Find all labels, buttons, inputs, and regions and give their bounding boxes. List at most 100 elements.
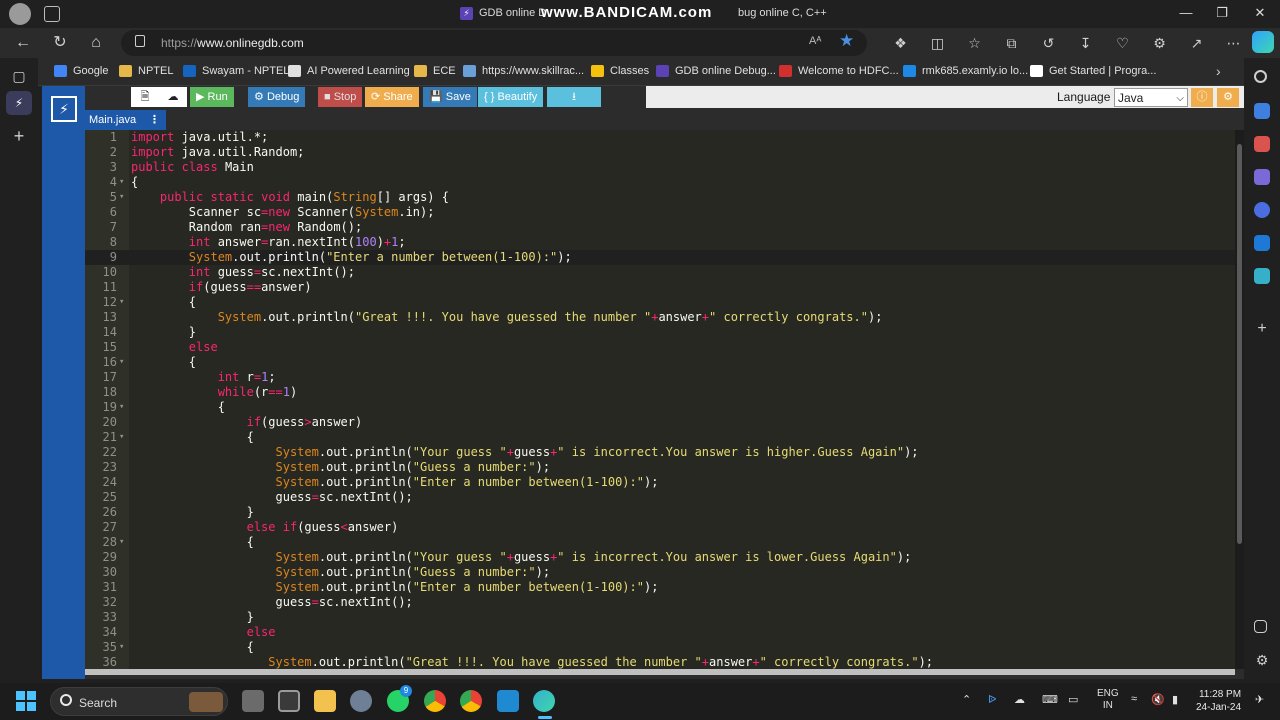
profile-avatar[interactable]	[9, 3, 31, 25]
split-screen-icon[interactable]: ◫	[919, 32, 956, 54]
hide-sidebar-icon[interactable]	[1254, 620, 1267, 633]
code-line[interactable]: 6 Scanner sc=new Scanner(System.in);	[85, 205, 1235, 220]
settings-app-icon[interactable]	[350, 690, 372, 712]
shopping-tag-icon[interactable]	[1254, 103, 1270, 119]
tab-main-java[interactable]: Main.java ⋮	[85, 110, 166, 130]
beautify-button[interactable]: { } Beautify	[478, 87, 544, 107]
whatsapp-icon[interactable]: 9	[387, 685, 412, 712]
save-button[interactable]: 💾 Save	[423, 87, 477, 107]
stop-button[interactable]: ■ Stop	[318, 87, 363, 107]
home-icon[interactable]: ⌂	[85, 32, 107, 54]
bookmark-item[interactable]: ECE	[414, 65, 456, 77]
favorites-icon[interactable]: ☆	[956, 32, 993, 54]
extensions-icon[interactable]: ❖	[882, 32, 919, 54]
new-tab-icon[interactable]: +	[9, 126, 29, 146]
code-line[interactable]: 8 int answer=ran.nextInt(100)+1;	[85, 235, 1235, 250]
tab-panel-icon[interactable]: ▢	[9, 66, 29, 86]
read-aloud-icon[interactable]: Aᴬ	[809, 35, 821, 47]
code-line[interactable]: 16 ▾ {	[85, 355, 1235, 370]
download-button[interactable]: ⭳	[547, 87, 601, 107]
fold-toggle-icon[interactable]: ▾	[119, 190, 124, 205]
onedrive-cloud-icon[interactable]: ☁	[1014, 693, 1025, 706]
code-line[interactable]: 28 ▾ {	[85, 535, 1235, 550]
outlook-icon[interactable]	[1254, 235, 1270, 251]
collections-icon[interactable]: ⧉	[993, 32, 1030, 54]
code-line[interactable]: 36 System.out.println("Great !!!. You ha…	[85, 655, 1235, 669]
fold-toggle-icon[interactable]: ▾	[119, 640, 124, 655]
gdb-logo-icon[interactable]: ⚡	[51, 96, 77, 122]
search-icon[interactable]	[1254, 70, 1267, 83]
fold-toggle-icon[interactable]: ▾	[119, 355, 124, 370]
taskbar-search[interactable]: Search	[50, 687, 228, 716]
fold-toggle-icon[interactable]: ▾	[119, 295, 124, 310]
code-line[interactable]: 26 }	[85, 505, 1235, 520]
more-bookmarks-icon[interactable]: ›	[1216, 63, 1221, 79]
code-line[interactable]: 15 else	[85, 340, 1235, 355]
code-line[interactable]: 11 if(guess==answer)	[85, 280, 1235, 295]
copilot-sidebar-icon[interactable]	[1254, 202, 1270, 218]
code-line[interactable]: 34 else	[85, 625, 1235, 640]
games-icon[interactable]	[1254, 169, 1270, 185]
fold-toggle-icon[interactable]: ▾	[119, 535, 124, 550]
history-icon[interactable]: ↺	[1030, 32, 1067, 54]
code-line[interactable]: 2 import java.util.Random;	[85, 145, 1235, 160]
battery-icon[interactable]: ▮	[1172, 693, 1178, 706]
more-options-icon[interactable]: ⋯	[1215, 32, 1252, 54]
address-bar[interactable]: https://www.onlinegdb.com Aᴬ ★	[121, 30, 867, 56]
bookmark-item[interactable]: https://www.skillrac...	[463, 65, 584, 77]
editor-horizontal-scrollbar[interactable]	[85, 669, 1235, 675]
code-line[interactable]: 25 guess=sc.nextInt();	[85, 490, 1235, 505]
back-arrow-icon[interactable]: ←	[12, 32, 34, 54]
sidebar-settings-icon[interactable]: ⚙	[1254, 652, 1270, 668]
code-line[interactable]: 21 ▾ {	[85, 430, 1235, 445]
fold-toggle-icon[interactable]: ▾	[119, 400, 124, 415]
language-select[interactable]: Java ⌵	[1114, 88, 1188, 107]
debug-button[interactable]: ⚙ Debug	[248, 87, 306, 107]
bookmark-item[interactable]: Google	[54, 65, 108, 77]
code-line[interactable]: 7 Random ran=new Random();	[85, 220, 1235, 235]
code-line[interactable]: 23 System.out.println("Guess a number:")…	[85, 460, 1235, 475]
bookmark-item[interactable]: AI Powered Learning	[288, 65, 410, 77]
share-icon[interactable]: ↗	[1178, 32, 1215, 54]
bookmark-item[interactable]: Welcome to HDFC...	[779, 65, 899, 77]
chrome-profile-icon[interactable]	[460, 690, 482, 712]
favorite-star-icon[interactable]: ★	[839, 31, 854, 51]
code-editor[interactable]: 1 import java.util.*; 2 import java.util.Ra…	[85, 130, 1235, 669]
lock-icon[interactable]	[135, 35, 145, 47]
system-clock[interactable]: 11:28 PM 24-Jan-24	[1196, 688, 1241, 714]
volume-muted-icon[interactable]: 🔇	[1151, 693, 1165, 706]
bookmark-item[interactable]: Swayam - NPTEL	[183, 65, 289, 77]
input-language[interactable]: ENG IN	[1097, 688, 1119, 712]
code-line[interactable]: 24 System.out.println("Enter a number be…	[85, 475, 1235, 490]
tray-chevron-up-icon[interactable]: ⌃	[962, 693, 971, 706]
file-menu-icon[interactable]: ⋮	[149, 110, 160, 130]
upload-icon[interactable]: ☁	[159, 87, 187, 107]
info-icon[interactable]: ⓘ	[1191, 88, 1213, 107]
windows-start-icon[interactable]	[16, 691, 36, 711]
settings-gear-icon[interactable]: ⚙	[1217, 88, 1239, 107]
chrome-icon[interactable]	[424, 690, 446, 712]
bluetooth-icon[interactable]: ᐉ	[988, 693, 996, 706]
minimize-icon[interactable]: —	[1176, 5, 1196, 20]
new-file-icon[interactable]: 🗎	[131, 87, 159, 107]
run-button[interactable]: ▶ Run	[190, 87, 234, 107]
editor-vertical-scrollbar[interactable]	[1235, 130, 1244, 669]
bookmark-item[interactable]: NPTEL	[119, 65, 173, 77]
code-line[interactable]: 20 if(guess>answer)	[85, 415, 1235, 430]
wifi-icon[interactable]: ≈	[1131, 693, 1137, 705]
code-line[interactable]: 5 ▾ public static void main(String[] args…	[85, 190, 1235, 205]
display-icon[interactable]: ▭	[1068, 693, 1078, 706]
browser-essentials-icon[interactable]: ⚙	[1141, 32, 1178, 54]
code-line[interactable]: 4 ▾ {	[85, 175, 1235, 190]
code-line[interactable]: 22 System.out.println("Your guess "+gues…	[85, 445, 1235, 460]
copilot-icon[interactable]	[1252, 31, 1274, 53]
app-icon[interactable]	[278, 690, 300, 712]
code-line[interactable]: 1 import java.util.*;	[85, 130, 1235, 145]
code-line[interactable]: 17 int r=1;	[85, 370, 1235, 385]
code-line[interactable]: 12 ▾ {	[85, 295, 1235, 310]
code-line[interactable]: 9 System.out.println("Enter a number bet…	[85, 250, 1235, 265]
close-icon[interactable]: ✕	[1250, 5, 1270, 21]
code-line[interactable]: 30 System.out.println("Guess a number:")…	[85, 565, 1235, 580]
file-explorer-icon[interactable]	[314, 690, 336, 712]
tab-actions-icon[interactable]	[44, 6, 60, 22]
